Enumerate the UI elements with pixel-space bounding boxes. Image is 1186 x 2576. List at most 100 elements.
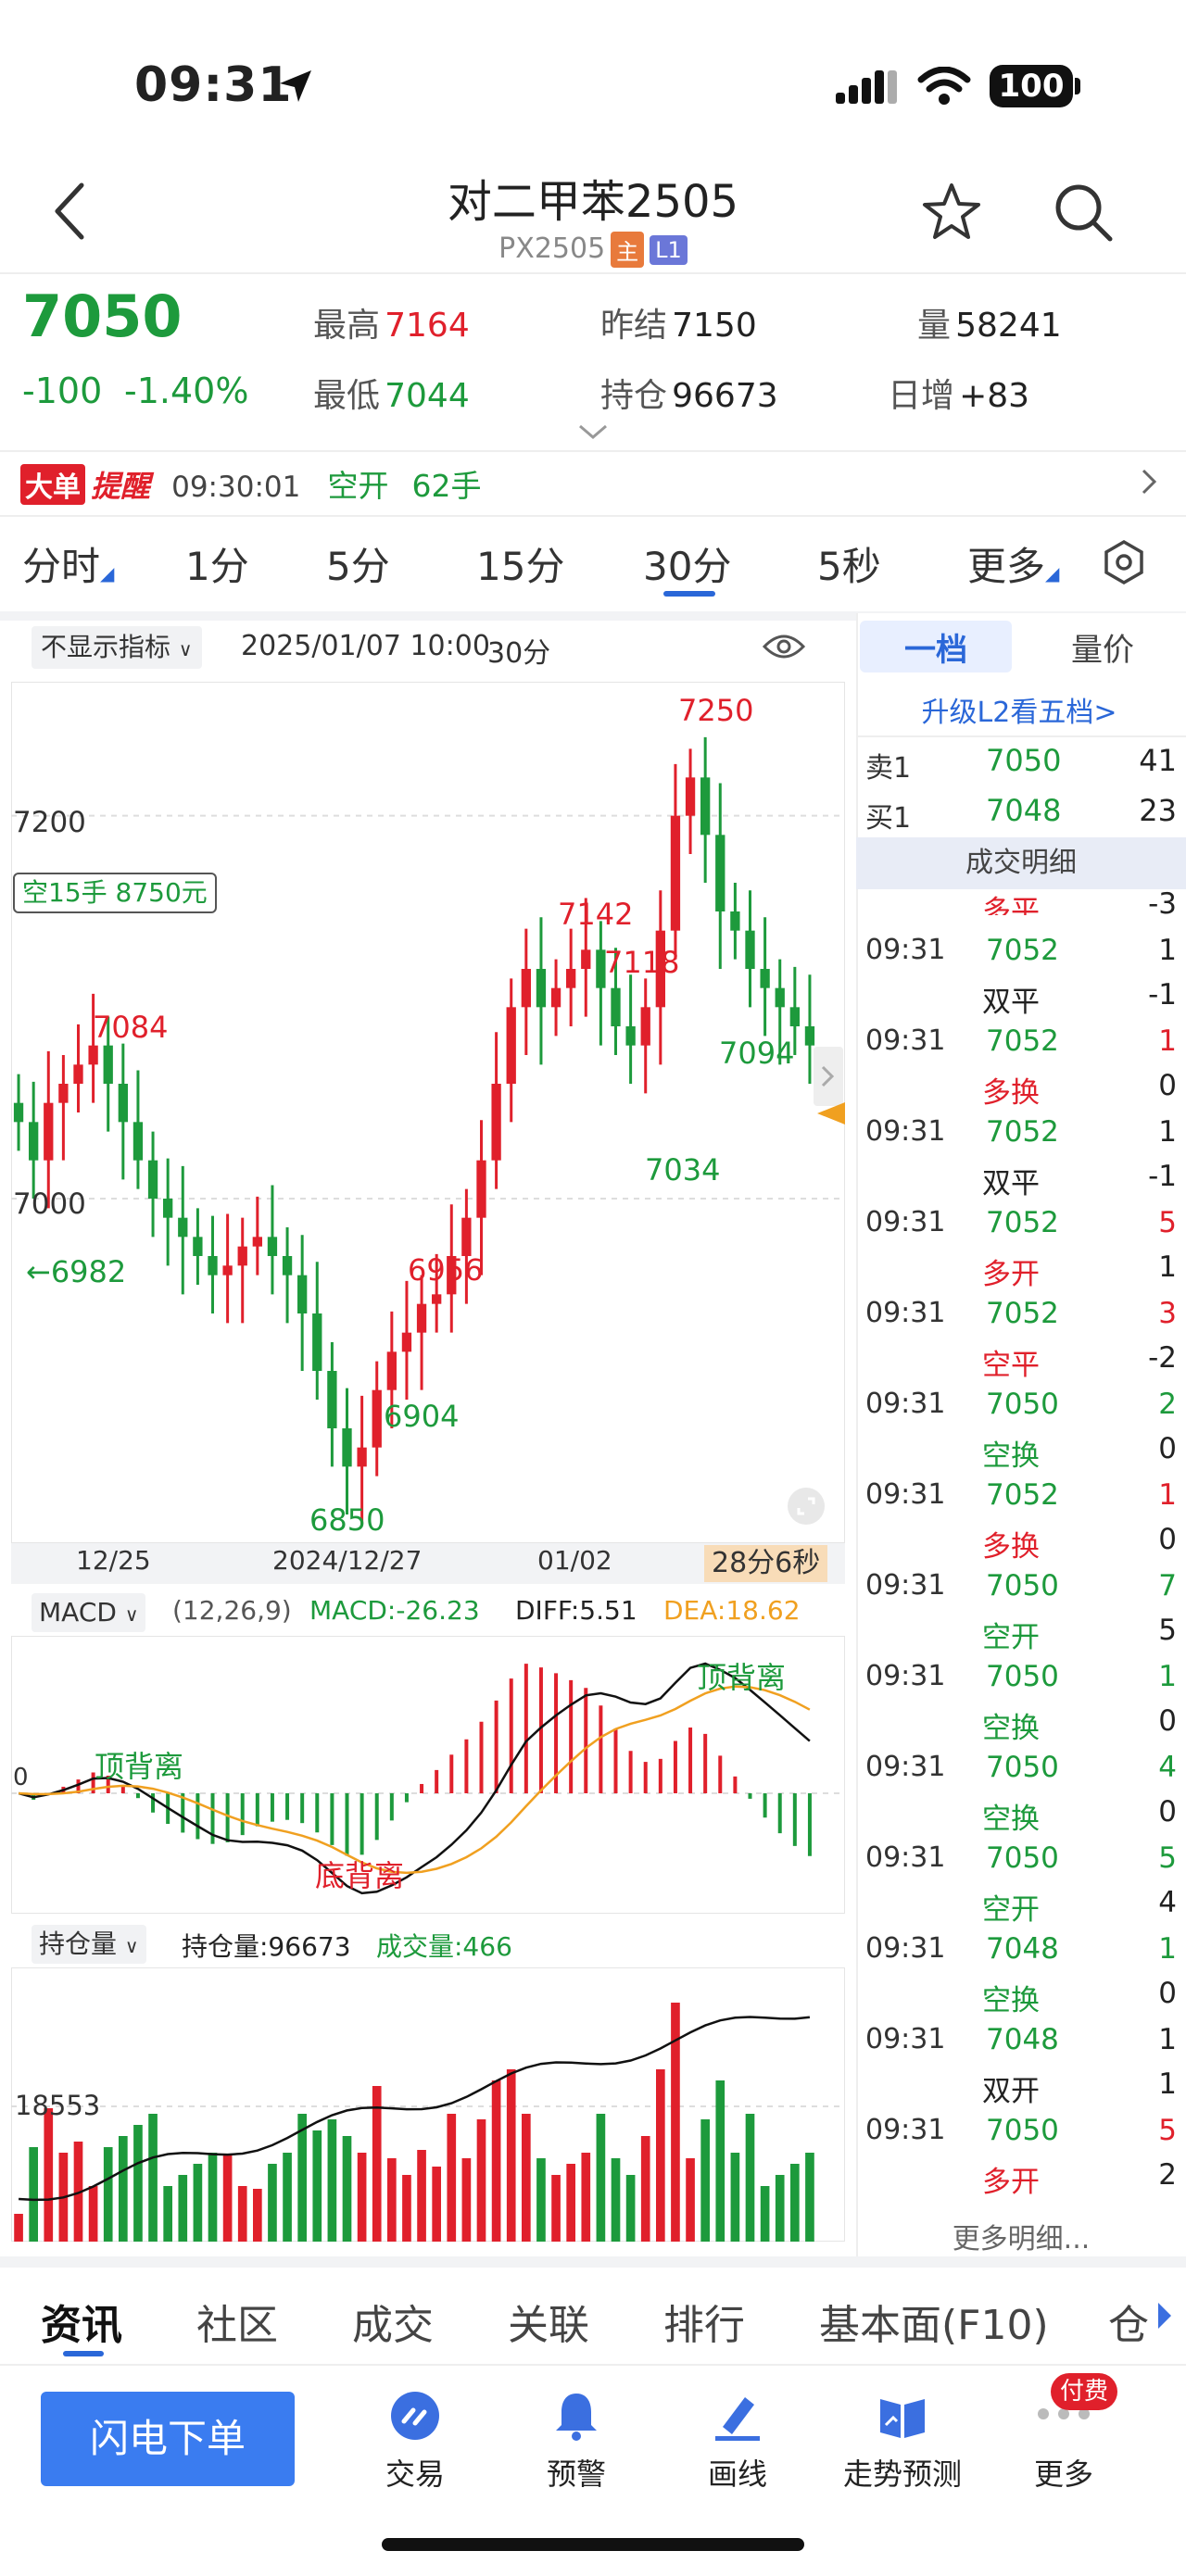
volume-bar [148,2114,158,2242]
chart-settings-icon[interactable] [1101,539,1147,585]
volume-bar [715,2080,725,2242]
location-arrow-icon [280,70,311,102]
volume-bar [640,2136,650,2242]
big-order-alert[interactable]: 大单 提醒 09:30:01 空开 62手 [20,461,1169,505]
tick-time: 09:31 [865,1660,946,1692]
alert-badge-a: 大单 [20,464,85,505]
candle-body [401,1332,412,1352]
candle-body [163,1199,173,1218]
eye-icon[interactable] [762,632,806,661]
chart-scroll-arrow-icon[interactable] [814,1047,843,1106]
toolbar-trade[interactable]: 交易 [369,2384,461,2505]
chevron-down-icon: ∨ [124,1935,139,1957]
candle-body [640,1007,650,1046]
indicator-select[interactable]: 不显示指标 ∨ [32,626,202,669]
tick-volume: 1 [1158,934,1177,967]
star-icon[interactable] [921,182,982,243]
bottom-tab-ranking[interactable]: 排行 [663,2292,745,2351]
tab-intraday[interactable]: 分时◢ [22,535,114,592]
alert-chevron-icon[interactable] [1140,467,1160,496]
expand-chevron-icon[interactable] [576,422,610,441]
tick-time: 09:31 [865,1297,946,1329]
tab-30min[interactable]: 30分 [643,535,731,592]
volume-bar [372,2086,382,2242]
bottom-tab-news[interactable]: 资讯 [41,2292,122,2351]
volume-bar [790,2164,800,2242]
volume-bar [14,2214,23,2242]
position-tag[interactable]: 空15手 8750元 [13,873,217,913]
annotation-6956: 6956 [408,1252,484,1288]
volume-bar [596,2114,606,2242]
search-icon[interactable] [1053,182,1114,243]
tick-price: 7050 [986,1388,1059,1421]
macd-bottom-divergence: 底背离 [315,1858,405,1893]
toolbar-alert[interactable]: 预警 [530,2384,623,2505]
y-label-7200: 7200 [13,806,86,839]
flash-order-button[interactable]: 闪电下单 [41,2392,295,2486]
ask1-label: 卖1 [865,752,912,785]
candle-body [476,1160,486,1218]
upgrade-l2-link[interactable]: 升级L2看五档> [860,689,1179,730]
volume-bar [44,2108,54,2242]
tick-time: 09:31 [865,1115,946,1148]
tick-time: 09:31 [865,1751,946,1783]
candle-body [804,1026,815,1046]
annotation-7118: 7118 [604,945,680,980]
tick-row: 09:31 7050 5 空开 4 [856,1838,1186,1927]
tab-15min[interactable]: 15分 [476,535,564,592]
macd-zero-label: 0 [13,1764,29,1791]
tab-intraday-caret-icon: ◢ [100,562,115,584]
fullscreen-icon[interactable] [786,1486,826,1527]
bottom-tab-community[interactable]: 社区 [196,2292,278,2351]
bottom-tab-deals[interactable]: 成交 [352,2292,434,2351]
bottom-tab-position[interactable]: 仓 [1108,2292,1149,2351]
bottom-tab-fundamentals[interactable]: 基本面(F10) [819,2292,1049,2351]
tick-volume: 2 [1158,1388,1177,1421]
tab-intraday-label: 分时 [22,544,101,589]
tick-type: 空换 [982,1712,1040,1745]
indicator-select-label: 不显示指标 [41,632,171,662]
tabs-scroll-right-icon[interactable] [1154,2299,1175,2332]
tick-time: 09:31 [865,2114,946,2146]
tab-5min[interactable]: 5分 [326,535,390,592]
tick-row: 09:31 7052 5 多开 1 [856,1202,1186,1291]
tick-row: 09:31 7050 7 空开 5 [856,1565,1186,1654]
tick-price: 7050 [986,1841,1059,1875]
volume-bar [357,2153,367,2242]
tick-price: 7048 [986,1932,1059,1966]
tick-volume: 5 [1158,1841,1177,1875]
volume-bar [686,2158,695,2242]
toolbar-forecast[interactable]: 走势预测 [838,2384,967,2505]
candle-body [193,1237,203,1256]
oi-select[interactable]: 持仓量 ∨ [32,1925,146,1964]
tick-price: 7050 [986,1569,1059,1602]
paid-badge: 付费 [1051,2373,1118,2410]
tab-more[interactable]: 更多◢ [967,535,1059,592]
candle-body [536,969,547,1008]
more-ticks-link[interactable]: 更多明细... [856,2216,1186,2256]
orderbook-tab-level1[interactable]: 一档 [904,624,967,670]
tick-volume: 1 [1158,1115,1177,1149]
tick-time: 09:31 [865,934,946,966]
tick-oi-change: 5 [1158,1614,1177,1647]
toolbar-more-label: 更多 [1033,2457,1093,2492]
tick-row: 09:31 7048 1 双开 1 [856,2019,1186,2108]
candle-body [73,1064,83,1084]
volume-bar [522,2114,531,2242]
orderbook-tab-volprice[interactable]: 量价 [1071,624,1134,670]
tick-price: 7050 [986,1751,1059,1784]
tab-1min[interactable]: 1分 [185,535,249,592]
candle-body [297,1275,308,1313]
tab-5sec[interactable]: 5秒 [817,535,881,592]
volume-bar [237,2186,247,2242]
macd-select[interactable]: MACD ∨ [32,1593,146,1632]
toolbar-draw[interactable]: 画线 [691,2384,784,2505]
tick-oi-change: 0 [1158,1523,1177,1556]
candle-body [118,1084,128,1123]
macd-top-divergence-right: 顶背离 [697,1660,787,1695]
volume-bar [611,2158,621,2242]
tick-oi-change: -2 [1148,1341,1177,1375]
price-change: -100 [22,371,103,411]
bottom-tab-related[interactable]: 关联 [508,2292,589,2351]
volume-bar [700,2119,710,2242]
